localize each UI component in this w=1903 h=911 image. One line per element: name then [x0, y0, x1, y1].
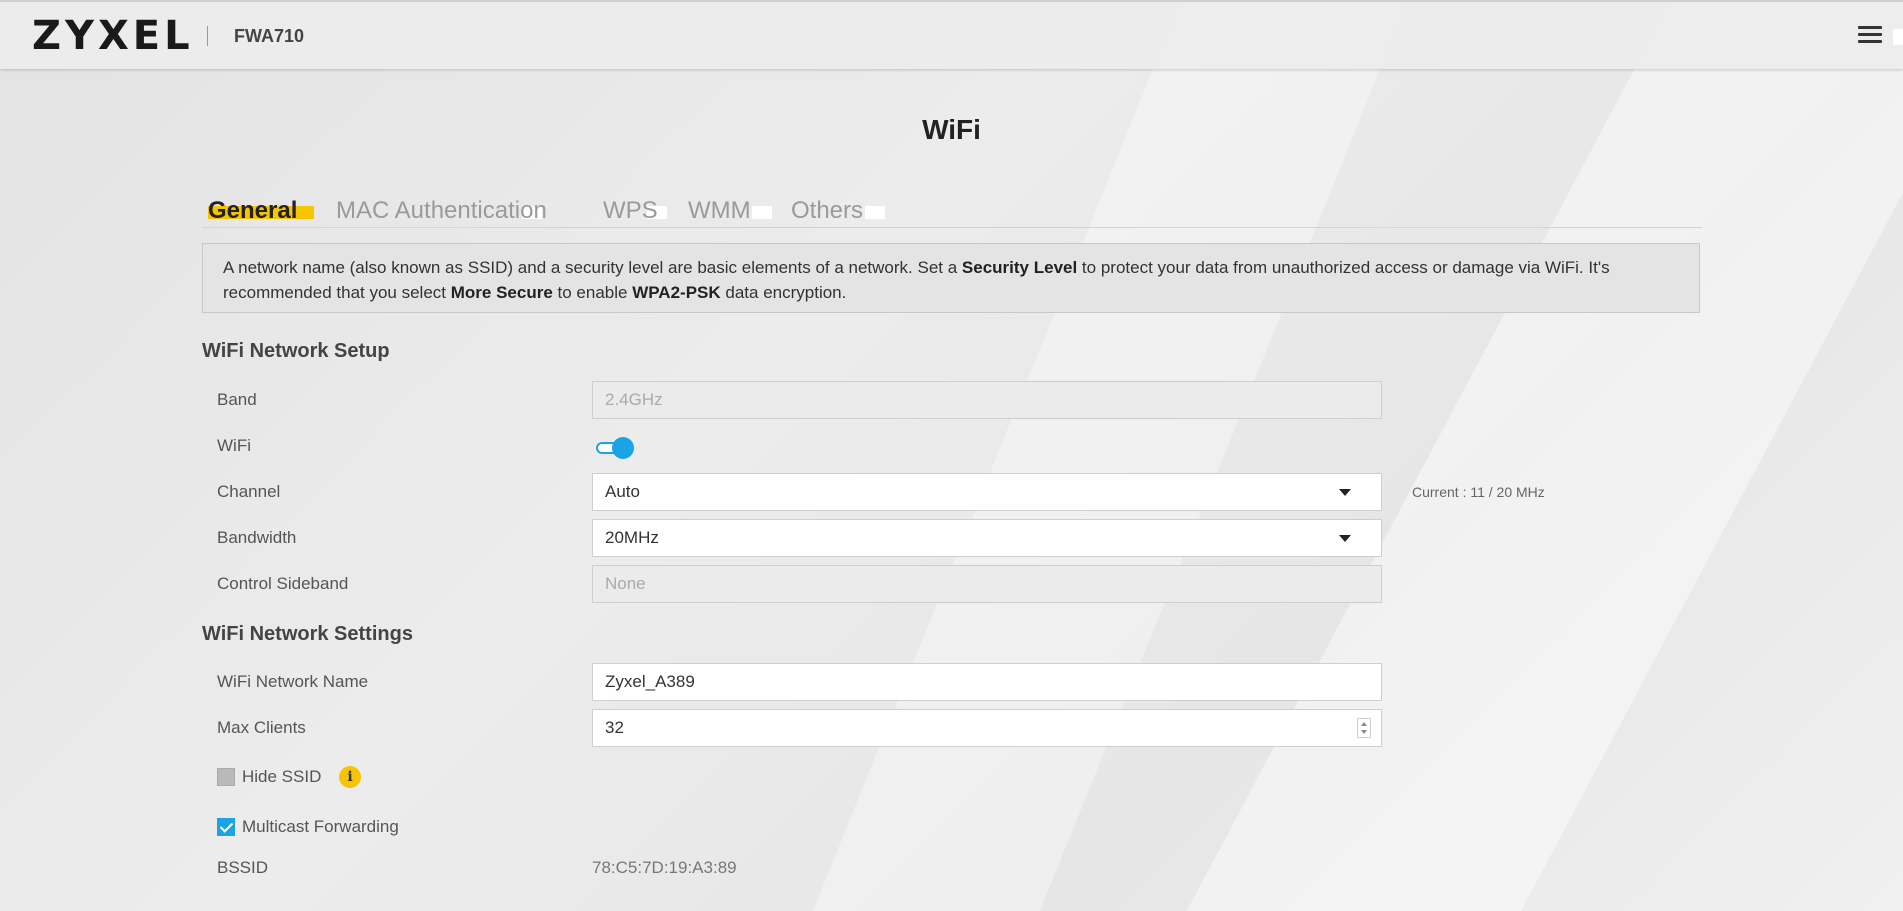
band-field: 2.4GHz — [592, 381, 1382, 419]
hamburger-icon[interactable] — [1858, 26, 1882, 46]
info-text: data encryption. — [720, 283, 847, 302]
info-bold-security-level: Security Level — [961, 258, 1078, 277]
band-value: 2.4GHz — [605, 390, 663, 409]
wifi-network-name-value: Zyxel_A389 — [605, 672, 695, 691]
max-clients-value: 32 — [605, 718, 624, 737]
tab-label: General — [208, 197, 298, 224]
multicast-forwarding-checkbox[interactable] — [217, 818, 235, 836]
chevron-down-icon — [1339, 535, 1351, 542]
wifi-label: WiFi — [217, 436, 251, 455]
tab-others[interactable]: Others — [791, 197, 885, 225]
multicast-forwarding-label: Multicast Forwarding — [242, 817, 399, 836]
tab-bar: General MAC Authentication WPS WMM Other… — [202, 197, 1702, 228]
wifi-toggle[interactable] — [596, 437, 636, 459]
device-model: FWA710 — [234, 26, 305, 46]
control-sideband-label: Control Sideband — [217, 574, 349, 593]
tab-label: WPS — [603, 197, 658, 224]
info-bold-more-secure: More Secure — [450, 283, 553, 302]
header-divider — [207, 26, 208, 46]
bandwidth-select[interactable]: 20MHz — [592, 519, 1382, 557]
section-title-setup: WiFi Network Setup — [202, 340, 390, 362]
wifi-network-name-label: WiFi Network Name — [217, 672, 369, 691]
tab-label: MAC Authentication — [336, 197, 547, 224]
header-edge — [1893, 29, 1903, 45]
top-header: ZYXEL FWA710 — [0, 0, 1903, 69]
max-clients-label: Max Clients — [217, 718, 306, 737]
wifi-network-name-input[interactable]: Zyxel_A389 — [592, 663, 1382, 701]
bandwidth-label: Bandwidth — [217, 528, 297, 547]
channel-select[interactable]: Auto — [592, 473, 1382, 511]
tab-label: Others — [791, 197, 864, 224]
tab-wmm[interactable]: WMM — [688, 197, 772, 225]
hide-ssid-label: Hide SSID — [242, 767, 322, 786]
toggle-knob — [612, 437, 634, 459]
info-notice: A network name (also known as SSID) and … — [202, 243, 1700, 313]
hide-ssid-checkbox[interactable] — [217, 768, 235, 786]
info-text: A network name (also known as SSID) and … — [223, 258, 962, 277]
main-content: WiFi General MAC Authentication WPS WMM … — [0, 0, 1903, 911]
channel-label: Channel — [217, 482, 281, 501]
info-bold-wpa2-psk: WPA2-PSK — [632, 283, 721, 302]
tab-mac-authentication[interactable]: MAC Authentication — [336, 197, 547, 225]
channel-value: Auto — [605, 482, 640, 501]
page-title: WiFi — [922, 114, 981, 145]
bssid-label: BSSID — [217, 858, 269, 877]
tab-label: WMM — [688, 197, 751, 224]
section-title-settings: WiFi Network Settings — [202, 623, 413, 645]
channel-current-status: Current : 11 / 20 MHz — [1412, 484, 1545, 500]
zyxel-logo: ZYXEL — [32, 13, 194, 59]
control-sideband-field: None — [592, 565, 1382, 603]
tab-wps[interactable]: WPS — [603, 197, 667, 225]
info-text: to enable — [552, 283, 633, 302]
chevron-down-icon — [1339, 489, 1351, 496]
tab-general[interactable]: General — [208, 197, 314, 225]
control-sideband-value: None — [605, 574, 646, 593]
bssid-value: 78:C5:7D:19:A3:89 — [592, 858, 737, 877]
bandwidth-value: 20MHz — [605, 528, 659, 547]
max-clients-input[interactable]: 32 — [592, 709, 1382, 747]
band-label: Band — [217, 390, 257, 409]
info-icon[interactable]: i — [339, 766, 361, 788]
number-spinner-icon[interactable] — [1357, 718, 1371, 738]
